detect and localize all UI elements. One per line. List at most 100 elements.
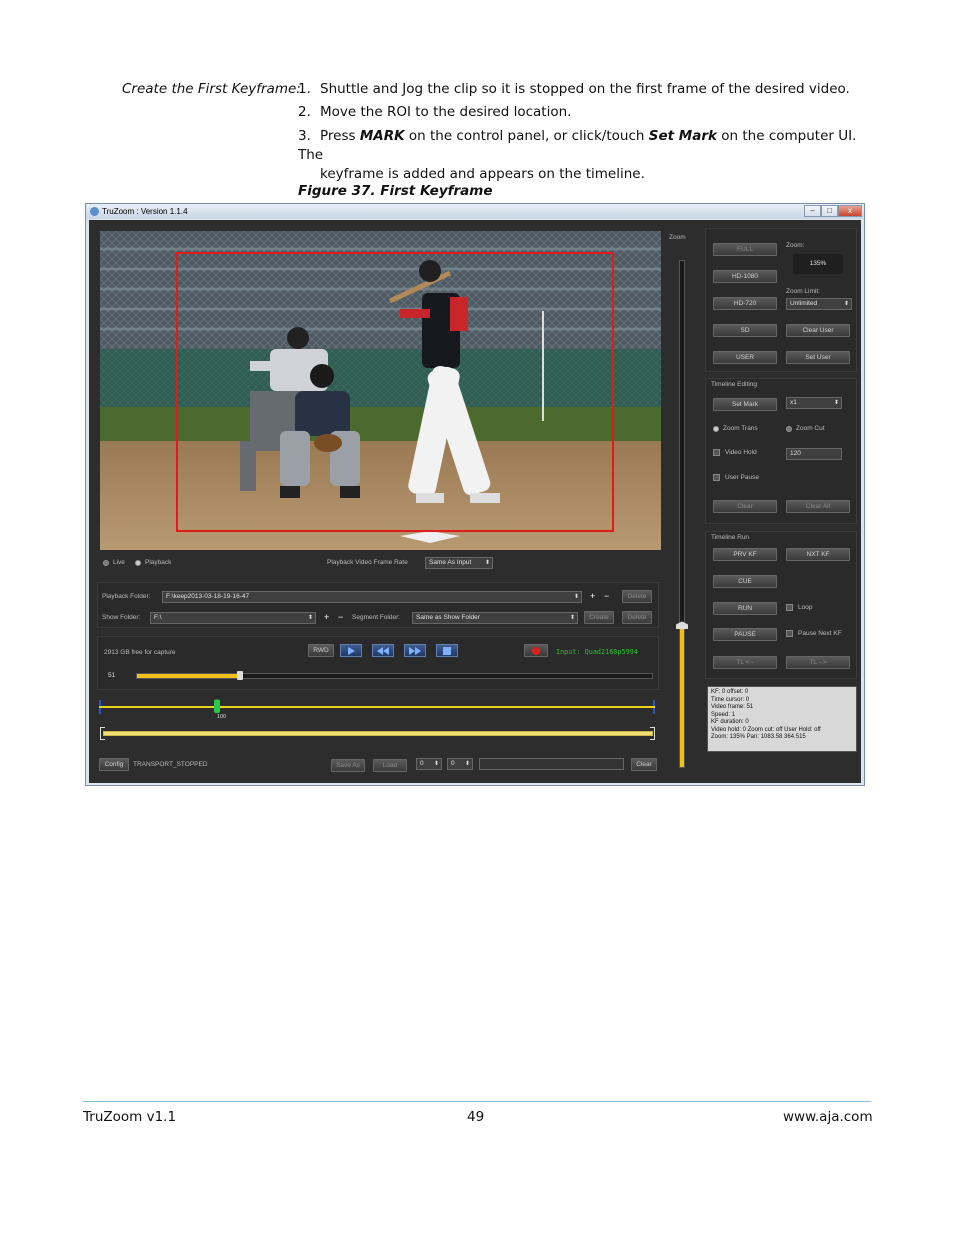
zoom-slider-thumb[interactable] bbox=[676, 621, 688, 630]
segment-folder-select[interactable]: Same as Show Folder ⬍ bbox=[412, 612, 578, 624]
tl-right-button[interactable]: TL --> bbox=[786, 656, 850, 669]
range-end-handle[interactable] bbox=[650, 727, 655, 740]
spin-arrows-icon: ⬍ bbox=[484, 560, 490, 566]
video-preview[interactable] bbox=[100, 231, 661, 550]
zoom-trans-label: Zoom Trans bbox=[723, 425, 758, 432]
playback-folder-label: Playback Folder: bbox=[102, 593, 151, 600]
rewind-button[interactable] bbox=[372, 644, 394, 657]
run-button[interactable]: RUN bbox=[713, 602, 777, 615]
spin-box-1[interactable]: 0 ⬍ bbox=[416, 758, 442, 770]
pause-next-kf-checkbox[interactable] bbox=[786, 630, 793, 637]
clear-user-button[interactable]: Clear User bbox=[786, 324, 850, 337]
timeline-run-title: Timeline Run bbox=[711, 534, 750, 541]
prv-kf-button[interactable]: PRV KF bbox=[713, 548, 777, 561]
remove-show-folder[interactable]: − bbox=[338, 612, 343, 622]
page-number: 49 bbox=[467, 1109, 485, 1125]
zoom-trans-radio[interactable] bbox=[713, 426, 719, 432]
spin-box-2[interactable]: 0 ⬍ bbox=[447, 758, 473, 770]
frame-slider-thumb[interactable] bbox=[237, 671, 243, 680]
add-playback-folder[interactable]: + bbox=[590, 591, 595, 601]
zoom-limit-select[interactable]: Unlimited ⬍ bbox=[786, 298, 852, 310]
tl-left-button[interactable]: TL <-- bbox=[713, 656, 777, 669]
spin-arrows-icon: ⬍ bbox=[843, 301, 849, 307]
rwd-button[interactable]: RWD bbox=[308, 644, 334, 657]
window-titlebar[interactable]: TruZoom : Version 1.1.4 – □ x bbox=[86, 204, 864, 219]
filename-field[interactable] bbox=[479, 758, 624, 770]
info-line: KF duration: 0 bbox=[711, 719, 749, 725]
spin-arrows-icon: ⬍ bbox=[569, 615, 575, 621]
app-client-area: Live Playback Playback Video Frame Rate … bbox=[89, 220, 861, 783]
hd720-button[interactable]: HD-720 bbox=[713, 297, 777, 310]
hold-frames-field[interactable]: 120 bbox=[786, 448, 842, 460]
playback-radio[interactable] bbox=[135, 560, 141, 566]
range-track[interactable] bbox=[103, 731, 653, 736]
sd-button[interactable]: SD bbox=[713, 324, 777, 337]
segment-folder-label: Segment Folder: bbox=[352, 614, 401, 621]
spin-arrows-icon: ⬍ bbox=[573, 594, 579, 600]
set-mark-button[interactable]: Set Mark bbox=[713, 398, 777, 411]
load-button[interactable]: Load bbox=[373, 759, 407, 772]
user-pause-label: User Pause bbox=[725, 474, 759, 481]
stop-icon bbox=[443, 647, 451, 655]
zoom-value: 135% bbox=[793, 254, 843, 274]
timeline-area: 51 100 bbox=[97, 696, 659, 758]
rate-select[interactable]: Same As Input ⬍ bbox=[425, 557, 493, 569]
app-icon bbox=[90, 207, 99, 216]
keyframe-info-panel: KF: 0 offset: 0 Time cursor: 0 Video fra… bbox=[707, 686, 857, 752]
loop-label: Loop bbox=[798, 604, 813, 611]
figure-caption: Figure 37. First Keyframe bbox=[298, 183, 493, 199]
nxt-kf-button[interactable]: NXT KF bbox=[786, 548, 850, 561]
stop-button[interactable] bbox=[436, 644, 458, 657]
clear-kf-button[interactable]: Clear bbox=[713, 500, 777, 513]
remove-playback-folder[interactable]: − bbox=[604, 591, 609, 601]
play-button[interactable] bbox=[340, 644, 362, 657]
timeline-track[interactable] bbox=[99, 706, 655, 708]
close-button[interactable]: x bbox=[838, 205, 862, 217]
clear-all-button[interactable]: Clear All bbox=[786, 500, 850, 513]
show-folder-select[interactable]: F:\ ⬍ bbox=[150, 612, 316, 624]
create-button[interactable]: Create bbox=[584, 611, 614, 624]
live-label: Live bbox=[113, 559, 125, 566]
loop-checkbox[interactable] bbox=[786, 604, 793, 611]
pause-button[interactable]: PAUSE bbox=[713, 628, 777, 641]
save-as-button[interactable]: Save As bbox=[331, 759, 365, 772]
range-start-handle[interactable] bbox=[100, 727, 105, 740]
roi-rectangle[interactable] bbox=[176, 252, 614, 532]
hd1080-button[interactable]: HD-1080 bbox=[713, 270, 777, 283]
info-line: Zoom: 135% Pan: 1083.58 364.515 bbox=[711, 734, 806, 740]
video-hold-checkbox[interactable] bbox=[713, 449, 720, 456]
footer-website[interactable]: www.aja.com bbox=[783, 1109, 873, 1125]
spin-arrows-icon: ⬍ bbox=[464, 761, 470, 767]
config-button[interactable]: Config bbox=[99, 758, 129, 771]
info-line: KF: 0 offset: 0 bbox=[711, 689, 749, 695]
zoom-cut-label: Zoom Cut bbox=[796, 425, 825, 432]
zoom-cut-radio[interactable] bbox=[786, 426, 792, 432]
user-pause-checkbox[interactable] bbox=[713, 474, 720, 481]
zoom-label: Zoom: bbox=[786, 242, 805, 249]
info-line: Time cursor: 0 bbox=[711, 696, 750, 703]
zoom-preset-panel: FULL HD-1080 HD-720 SD USER Zoom: 135% Z… bbox=[705, 228, 857, 372]
speed-select[interactable]: x1 ⬍ bbox=[786, 397, 842, 409]
set-user-button[interactable]: Set User bbox=[786, 351, 850, 364]
clear-bottom-button[interactable]: Clear bbox=[631, 758, 657, 771]
folder-panel: Playback Folder: F:\keep2013-03-18-19-16… bbox=[97, 582, 659, 628]
playback-folder-select[interactable]: F:\keep2013-03-18-19-16-47 ⬍ bbox=[162, 591, 582, 603]
delete-segment-button[interactable]: Delete bbox=[622, 611, 652, 624]
cue-button[interactable]: CUE bbox=[713, 575, 777, 588]
record-button[interactable] bbox=[524, 644, 548, 657]
add-show-folder[interactable]: + bbox=[324, 612, 329, 622]
transport-status: TRANSPORT_STOPPED bbox=[133, 761, 208, 768]
timeline-editing-title: Timeline Editing bbox=[711, 381, 758, 388]
full-button[interactable]: FULL bbox=[713, 243, 777, 256]
zoom-slider-track[interactable] bbox=[676, 260, 688, 768]
maximize-button[interactable]: □ bbox=[821, 205, 838, 217]
live-radio[interactable] bbox=[103, 560, 109, 566]
timeline-run-panel: Timeline Run PRV KF NXT KF CUE RUN Loop … bbox=[705, 531, 857, 679]
fast-forward-button[interactable] bbox=[404, 644, 426, 657]
user-button[interactable]: USER bbox=[713, 351, 777, 364]
minimize-button[interactable]: – bbox=[804, 205, 821, 217]
frame-number: 51 bbox=[108, 672, 116, 679]
delete-playback-button[interactable]: Delete bbox=[622, 590, 652, 603]
frame-slider-track[interactable] bbox=[136, 671, 653, 680]
step-1: 1. Shuttle and Jog the clip so it is stop… bbox=[298, 81, 850, 97]
